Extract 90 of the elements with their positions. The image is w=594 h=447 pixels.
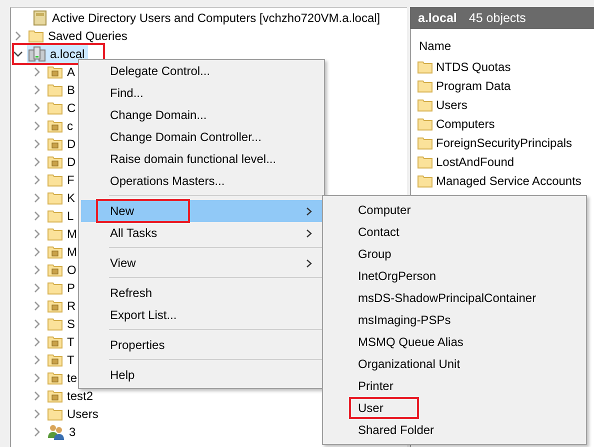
folder-icon bbox=[417, 78, 433, 92]
menu-item[interactable]: View bbox=[81, 252, 322, 274]
menu-item[interactable]: Find... bbox=[81, 82, 322, 104]
menu-item[interactable]: Refresh bbox=[81, 282, 322, 304]
folder-icon bbox=[417, 136, 433, 150]
folder-icon bbox=[47, 137, 63, 151]
list-item[interactable]: ForeignSecurityPrincipals bbox=[411, 133, 594, 152]
folder-icon bbox=[47, 65, 63, 79]
tree-item[interactable]: F bbox=[46, 171, 78, 189]
server-icon bbox=[28, 46, 46, 62]
tree-item[interactable]: K bbox=[46, 189, 78, 207]
menu-item[interactable]: Printer bbox=[325, 375, 584, 397]
users-icon bbox=[47, 424, 65, 440]
tree-item[interactable]: R bbox=[46, 297, 79, 315]
menu-item[interactable]: Organizational Unit bbox=[325, 353, 584, 375]
menu-item[interactable]: msDS-ShadowPrincipalContainer bbox=[325, 287, 584, 309]
menu-item[interactable]: Change Domain... bbox=[81, 104, 322, 126]
menu-item[interactable]: MSMQ Queue Alias bbox=[325, 331, 584, 353]
tree-item[interactable]: Active Directory Users and Computers [vchzho720VM.a.local] bbox=[31, 9, 384, 27]
tree-item[interactable]: D bbox=[46, 135, 79, 153]
list-item[interactable]: Computers bbox=[411, 114, 594, 133]
tree-item[interactable]: P bbox=[46, 279, 78, 297]
list-item[interactable]: NTDS Quotas bbox=[411, 57, 594, 76]
column-header[interactable]: Name bbox=[419, 39, 452, 53]
pane-title: a.local bbox=[418, 11, 457, 25]
tree-item[interactable]: te bbox=[46, 369, 80, 387]
menu-item[interactable]: Operations Masters... bbox=[81, 170, 322, 192]
menu-item[interactable]: msImaging-PSPs bbox=[325, 309, 584, 331]
tree-item[interactable]: test2 bbox=[46, 387, 96, 405]
folder-icon bbox=[47, 191, 63, 205]
tree-item[interactable]: O bbox=[46, 261, 80, 279]
folder-icon bbox=[47, 101, 63, 115]
tree-item[interactable]: S bbox=[46, 315, 78, 333]
menu-item[interactable]: All Tasks bbox=[81, 222, 322, 244]
folder-icon bbox=[47, 155, 63, 169]
folder-icon bbox=[28, 29, 44, 43]
tree-item[interactable]: C bbox=[46, 99, 79, 117]
menu-item[interactable]: User bbox=[325, 397, 584, 419]
menu-item[interactable]: Computer bbox=[325, 199, 584, 221]
list-item[interactable]: LostAndFound bbox=[411, 152, 594, 171]
folder-icon bbox=[417, 98, 433, 112]
tree-item[interactable]: Saved Queries bbox=[27, 27, 130, 45]
folder-icon bbox=[417, 60, 433, 74]
tree-item[interactable]: a.local bbox=[27, 45, 88, 63]
tree-item[interactable]: B bbox=[46, 81, 78, 99]
menu-item[interactable]: New bbox=[81, 200, 322, 222]
tree-item[interactable]: c bbox=[46, 117, 76, 135]
folder-icon bbox=[47, 389, 63, 403]
menu-item[interactable]: Properties bbox=[81, 334, 322, 356]
tree-item[interactable]: 3 bbox=[46, 423, 79, 441]
tree-item[interactable]: D bbox=[46, 153, 79, 171]
folder-icon bbox=[47, 353, 63, 367]
menu-item[interactable]: Export List... bbox=[81, 304, 322, 326]
tree-item[interactable]: A bbox=[46, 63, 78, 81]
folder-icon bbox=[47, 371, 63, 385]
menu-item[interactable]: Raise domain functional level... bbox=[81, 148, 322, 170]
folder-icon bbox=[47, 245, 63, 259]
folder-icon bbox=[47, 83, 63, 97]
chevron-icon[interactable] bbox=[13, 49, 23, 59]
tree-item[interactable]: M bbox=[46, 225, 80, 243]
menu-item[interactable]: Change Domain Controller... bbox=[81, 126, 322, 148]
folder-icon bbox=[47, 407, 63, 421]
folder-icon bbox=[47, 317, 63, 331]
folder-icon bbox=[417, 154, 433, 168]
folder-icon bbox=[417, 174, 433, 188]
list-item[interactable]: Managed Service Accounts bbox=[411, 171, 594, 190]
console-icon bbox=[32, 10, 48, 26]
folder-icon bbox=[47, 173, 63, 187]
folder-icon bbox=[47, 227, 63, 241]
folder-icon bbox=[47, 281, 63, 295]
folder-icon bbox=[47, 335, 63, 349]
folder-icon bbox=[47, 119, 63, 133]
list-item[interactable]: Users bbox=[411, 95, 594, 114]
tree-item[interactable]: Users bbox=[46, 405, 102, 423]
tree-item[interactable]: T bbox=[46, 351, 78, 369]
menu-item[interactable]: Help bbox=[81, 364, 322, 386]
menu-item[interactable]: Group bbox=[325, 243, 584, 265]
tree-item[interactable]: T bbox=[46, 333, 78, 351]
menu-item[interactable]: InetOrgPerson bbox=[325, 265, 584, 287]
folder-icon bbox=[417, 116, 433, 130]
tree-item[interactable]: M bbox=[46, 243, 80, 261]
object-count: 45 objects bbox=[468, 11, 526, 25]
menu-item[interactable]: Shared Folder bbox=[325, 419, 584, 441]
menu-item[interactable]: Contact bbox=[325, 221, 584, 243]
folder-icon bbox=[47, 263, 63, 277]
folder-icon bbox=[47, 209, 63, 223]
list-item[interactable]: Program Data bbox=[411, 76, 594, 95]
menu-item[interactable]: Delegate Control... bbox=[81, 60, 322, 82]
folder-icon bbox=[47, 299, 63, 313]
tree-item[interactable]: L bbox=[46, 207, 77, 225]
